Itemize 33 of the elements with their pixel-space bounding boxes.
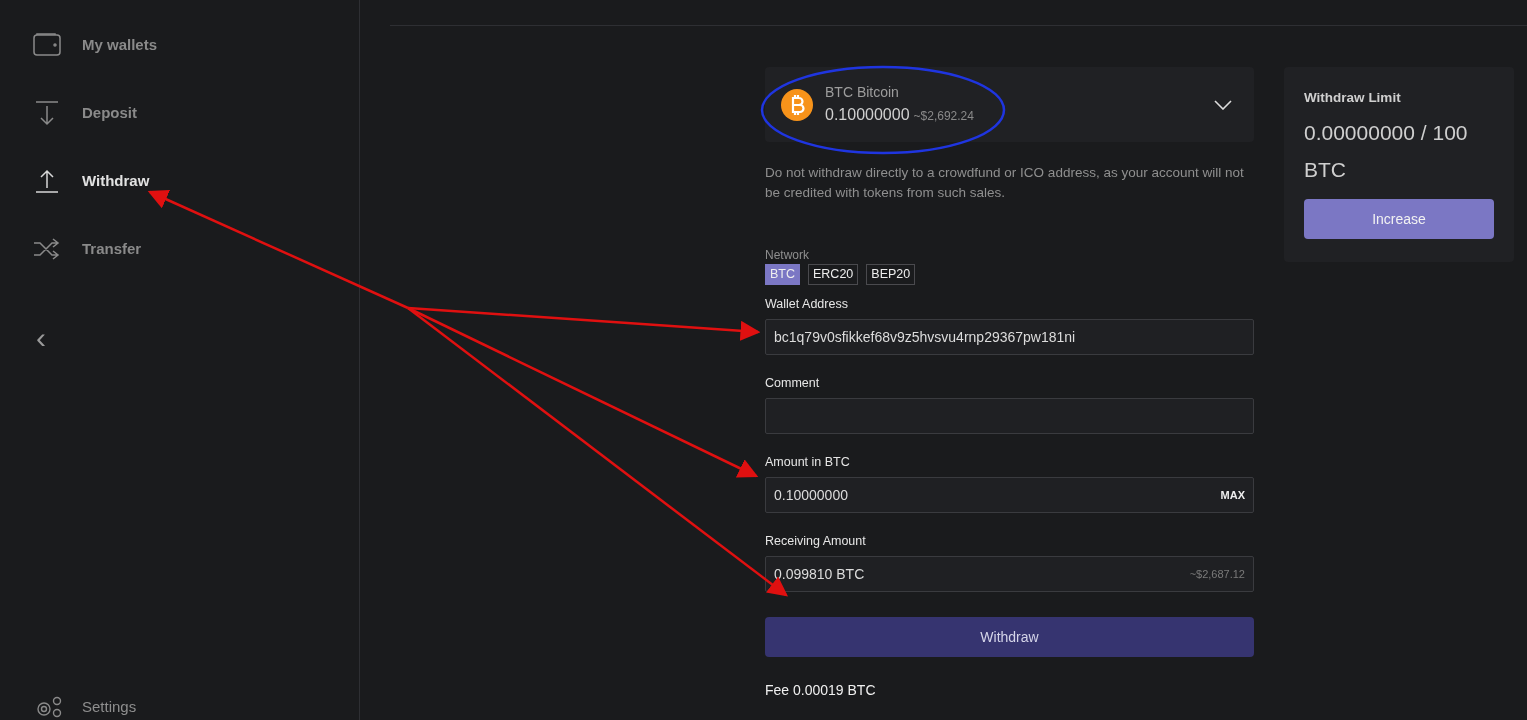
asset-usd-value: ~$2,692.24	[913, 108, 974, 125]
nav-item[interactable]: My wallets	[82, 33, 158, 57]
input-field[interactable]: bc1q79v0sfikkef68v9z5hvsvu4rnp29367pw181ni	[765, 319, 1254, 355]
withdraw-button[interactable]: Withdraw	[765, 617, 1254, 657]
field-label: Amount in BTC	[765, 455, 851, 470]
settings-link[interactable]: Settings	[82, 695, 137, 718]
asset-balance: 0.10000000	[825, 105, 910, 125]
asset-name: BTC Bitcoin	[825, 83, 900, 102]
download-icon	[33, 100, 61, 126]
fee-text: Fee 0.00019 BTC	[765, 681, 877, 700]
input-field[interactable]: 0.099810 BTC ~$2,687.12	[765, 556, 1254, 592]
nav-item[interactable]: Deposit	[82, 101, 137, 125]
chevron-down-icon	[1214, 99, 1232, 110]
asset-selector[interactable]: BTC Bitcoin 0.10000000 ~$2,692.24	[765, 67, 1254, 142]
field-label: Comment	[765, 376, 821, 391]
increase-button[interactable]: Increase	[1304, 199, 1494, 240]
shuffle-icon	[33, 236, 61, 262]
upload-icon	[33, 168, 61, 194]
nav-item[interactable]: Transfer	[82, 237, 142, 261]
limit-value: 0.00000000 / 100 BTC	[1304, 120, 1469, 184]
warning-text: Do not withdraw directly to a crowdfund or ICO address, as your account will not be credited with tokens from such sales.	[765, 164, 1245, 202]
bitcoin-icon	[781, 88, 813, 121]
network-option[interactable]: ERC20	[808, 264, 859, 285]
field-label: Wallet Address	[765, 297, 849, 312]
field-label: Receiving Amount	[765, 534, 867, 549]
wallet-icon	[33, 32, 61, 58]
nav-item[interactable]: Withdraw	[82, 169, 150, 193]
limit-title: Withdraw Limit	[1304, 89, 1402, 107]
network-label: Network	[765, 248, 810, 262]
collapse-button[interactable]: ‹	[36, 323, 46, 353]
input-field[interactable]: 0.10000000 MAX	[765, 477, 1254, 513]
network-option[interactable]: BEP20	[866, 264, 916, 285]
input-field[interactable]	[765, 398, 1254, 434]
